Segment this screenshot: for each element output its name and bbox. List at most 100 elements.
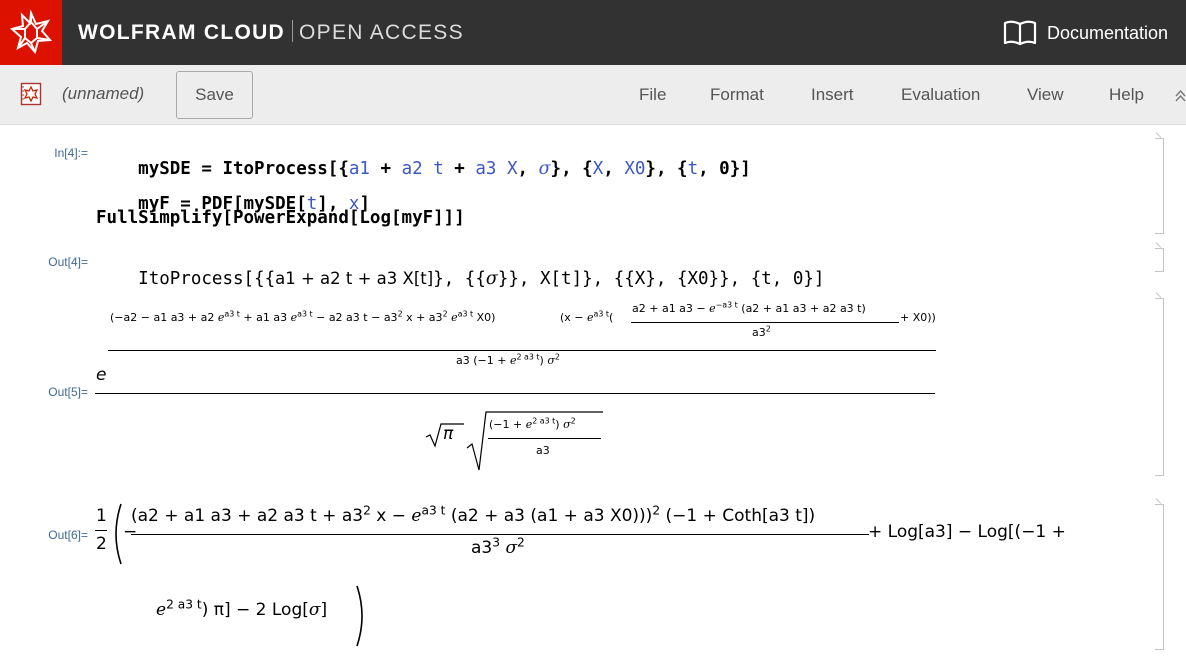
left-big-paren xyxy=(115,503,122,565)
sqrt-pi-radicand: π xyxy=(443,424,454,444)
out-token: }, {{ xyxy=(433,269,486,289)
exponential-base: e xyxy=(96,365,107,385)
math-token: σ xyxy=(505,538,518,558)
code-token: , 0}] xyxy=(698,159,751,179)
out6-fraction-denominator: a33 σ2 xyxy=(471,535,525,558)
documentation-link[interactable]: Documentation xyxy=(1003,18,1168,48)
notebook-toolbar: (unnamed) Save File Format Insert Evalua… xyxy=(0,65,1186,125)
math-token: 2 xyxy=(652,503,661,518)
cell-label-in4: In[4]:= xyxy=(54,146,88,160)
math-token: x − xyxy=(370,506,412,526)
out6-fraction-numerator: (a2 + a1 a3 + a2 a3 t + a32 x − ea3 t (a… xyxy=(131,503,816,526)
brand-title[interactable]: WOLFRAM CLOUD OPEN ACCESS xyxy=(78,20,464,45)
half-fraction-bar xyxy=(95,530,107,531)
main-fraction-bar xyxy=(95,393,935,394)
menu-insert[interactable]: Insert xyxy=(811,85,854,105)
math-token: (a2 + a3 (a1 + a3 X0))) xyxy=(445,506,653,526)
math-token: (−1 + Coth[a3 t]) xyxy=(660,506,816,526)
cell-label-out6: Out[6]= xyxy=(48,528,88,542)
menu-view[interactable]: View xyxy=(1027,85,1064,105)
math-token: 2 xyxy=(517,535,525,550)
notebook-body[interactable]: In[4]:= mySDE = ItoProcess[{a1 + a2 t + … xyxy=(0,126,1186,656)
math-token: 2 xyxy=(554,352,560,362)
out-token: ItoProcess[{{ xyxy=(138,269,276,289)
math-token: X0) xyxy=(473,311,496,324)
code-token: + xyxy=(369,159,402,179)
sqrt-numerator: (−1 + e2 a3 t) σ2 xyxy=(489,416,576,431)
math-token: a3 t xyxy=(593,309,610,319)
cell-label-out5: Out[5]= xyxy=(48,385,88,399)
math-token: 2 xyxy=(442,309,448,319)
cell-bracket-out5[interactable] xyxy=(1155,298,1164,476)
math-token: 3 xyxy=(492,535,501,550)
inner-fraction-numerator: a2 + a1 a3 − e−a3 t (a2 + a1 a3 + a2 a3 … xyxy=(632,300,866,315)
math-token: ) xyxy=(555,418,564,431)
out-token: σ xyxy=(485,269,498,289)
half-numerator: 1 xyxy=(96,506,107,526)
math-token: σ xyxy=(308,600,321,620)
code-token: X xyxy=(506,159,518,179)
inner-fraction-denominator: a32 xyxy=(752,324,771,339)
math-token: x + a3 xyxy=(402,311,443,324)
code-token: t xyxy=(687,159,699,179)
right-big-paren xyxy=(356,585,363,647)
math-token: (−1 + xyxy=(489,418,526,431)
math-token: 2 xyxy=(765,324,771,334)
input-line-3[interactable]: FullSimplify[PowerExpand[Log[myF]]] xyxy=(96,208,465,228)
math-token: σ xyxy=(547,354,555,367)
math-token: ] xyxy=(320,600,328,620)
documentation-label: Documentation xyxy=(1047,22,1169,43)
notebook-name[interactable]: (unnamed) xyxy=(62,84,144,104)
math-token: + a1 a3 xyxy=(239,311,291,324)
sqrt-fraction-bar xyxy=(488,438,601,439)
brand-sub: OPEN ACCESS xyxy=(299,21,464,44)
code-token: }, { xyxy=(550,159,593,179)
math-token: (a2 + a1 a3 + a2 a3 t) xyxy=(737,302,866,315)
math-token: a3 t xyxy=(297,309,313,319)
math-token: a3 t xyxy=(421,503,446,518)
code-token: + xyxy=(443,159,476,179)
exponent-numerator-right: (x − ea3 t( xyxy=(560,309,614,324)
save-button[interactable]: Save xyxy=(176,71,253,119)
math-token: a3 xyxy=(752,326,766,339)
math-token: −a3 t xyxy=(715,300,738,310)
menu-file[interactable]: File xyxy=(639,85,666,105)
sqrt-denominator: a3 xyxy=(536,444,550,457)
chevron-up-icon[interactable] xyxy=(1175,89,1186,103)
math-token: 2 a3 t xyxy=(532,416,556,426)
cell-label-out4: Out[4]= xyxy=(48,255,88,269)
math-token: ) π] − 2 Log[ xyxy=(201,600,309,620)
math-token: + X0 xyxy=(900,311,928,324)
out-token: }}, X[t]}, {{X}, {X0}}, {t, 0}] xyxy=(497,269,825,289)
menu-help[interactable]: Help xyxy=(1109,85,1144,105)
math-token: a3 t xyxy=(224,309,240,319)
math-token: (−a2 − a1 a3 + a2 xyxy=(110,311,218,324)
cell-bracket-in4[interactable] xyxy=(1155,138,1164,234)
code-token: }, { xyxy=(645,159,688,179)
cell-bracket-out4[interactable] xyxy=(1155,248,1164,272)
code-token: , xyxy=(517,159,539,179)
exponent-numerator: (−a2 − a1 a3 + a2 ea3 t + a1 a3 ea3 t − … xyxy=(110,309,496,324)
math-token: e xyxy=(156,600,167,620)
math-token: a3 xyxy=(471,538,493,558)
menu-format[interactable]: Format xyxy=(710,85,764,105)
cell-bracket-out6[interactable] xyxy=(1155,504,1164,650)
code-token: X xyxy=(592,159,604,179)
wolfram-logo[interactable] xyxy=(0,0,62,65)
math-token: − a2 a3 t − a3 xyxy=(312,311,398,324)
book-icon xyxy=(1003,20,1037,46)
code-token: X0 xyxy=(624,159,646,179)
top-banner: WOLFRAM CLOUD OPEN ACCESS Documentation xyxy=(0,0,1186,65)
code-token: t xyxy=(433,159,444,179)
math-token: (a2 + a1 a3 + a2 a3 t + a3 xyxy=(131,506,364,526)
math-token: ( xyxy=(609,311,614,324)
code-token: σ xyxy=(538,159,551,179)
math-token: (x − xyxy=(560,311,588,324)
math-token: 2 a3 t xyxy=(166,597,202,612)
brand-separator xyxy=(292,20,294,42)
math-token: σ xyxy=(563,418,571,431)
exponent-denominator: a3 (−1 + e2 a3 t) σ2 xyxy=(456,352,560,367)
menu-evaluation[interactable]: Evaluation xyxy=(901,85,980,105)
